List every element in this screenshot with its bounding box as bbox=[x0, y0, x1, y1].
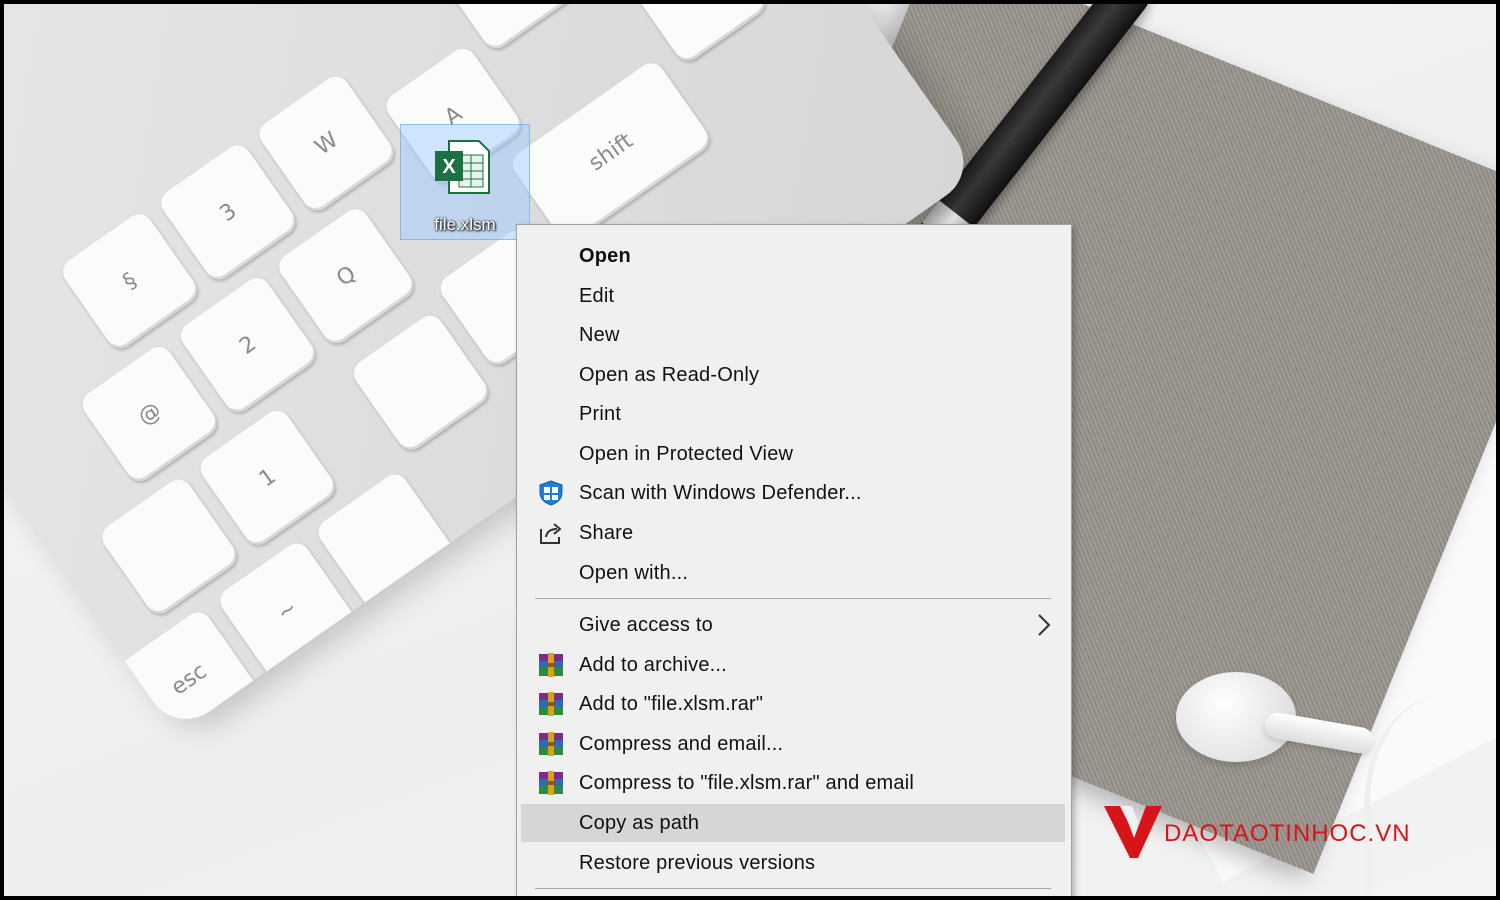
winrar-icon bbox=[539, 732, 563, 756]
chevron-right-icon bbox=[1038, 614, 1051, 636]
menu-item-label: Add to "file.xlsm.rar" bbox=[579, 692, 764, 715]
menu-item-open[interactable]: Open bbox=[521, 237, 1065, 275]
menu-item-label: Scan with Windows Defender... bbox=[579, 481, 862, 504]
menu-item-label: Share bbox=[579, 521, 634, 544]
brand-logo-mark bbox=[1104, 806, 1162, 858]
menu-separator bbox=[535, 888, 1051, 889]
brand-logo: DAOTAOTINHOC.VN bbox=[1102, 800, 1442, 862]
excel-file-icon: X bbox=[435, 140, 490, 194]
menu-item-open-read-only[interactable]: Open as Read-Only bbox=[521, 356, 1065, 394]
menu-item-label: Open bbox=[579, 244, 631, 267]
keyboard-key: fn bbox=[625, 4, 770, 66]
keyboard-key: shift bbox=[507, 57, 715, 247]
menu-item-label: Add to archive... bbox=[579, 653, 727, 676]
brand-name: DAOTAOTINHOC.VN bbox=[1164, 820, 1411, 847]
menu-item-label: Compress to "file.xlsm.rar" and email bbox=[579, 771, 915, 794]
menu-item-print[interactable]: Print bbox=[521, 395, 1065, 433]
screenshot-frame: 3 W A 2 Q 1 ~ esc control shift fn § @ X… bbox=[4, 4, 1496, 896]
menu-item-compress-rar-email[interactable]: Compress to "file.xlsm.rar" and email bbox=[521, 764, 1065, 802]
file-name-label: file.xlsm bbox=[434, 215, 496, 234]
windows-defender-icon bbox=[539, 480, 563, 506]
context-menu[interactable]: Open Edit New Open as Read-Only Print Op… bbox=[516, 224, 1072, 896]
menu-item-restore-previous[interactable]: Restore previous versions bbox=[521, 844, 1065, 882]
menu-item-label: Give access to bbox=[579, 613, 713, 636]
menu-item-edit[interactable]: Edit bbox=[521, 277, 1065, 315]
menu-item-label: Open with... bbox=[579, 561, 689, 584]
menu-item-new[interactable]: New bbox=[521, 316, 1065, 354]
menu-item-label: New bbox=[579, 323, 620, 346]
menu-item-share[interactable]: Share bbox=[521, 514, 1065, 552]
menu-item-give-access[interactable]: Give access to bbox=[521, 606, 1065, 644]
desktop-file-icon[interactable]: X file.xlsm bbox=[400, 124, 530, 240]
winrar-icon bbox=[539, 692, 563, 716]
menu-separator bbox=[535, 598, 1051, 599]
share-icon bbox=[540, 523, 562, 544]
menu-item-label: Restore previous versions bbox=[579, 851, 816, 874]
menu-item-scan-defender[interactable]: Scan with Windows Defender... bbox=[521, 474, 1065, 512]
menu-item-label: Open as Read-Only bbox=[579, 363, 760, 386]
menu-item-label: Compress and email... bbox=[579, 732, 784, 755]
menu-item-label: Edit bbox=[579, 284, 615, 307]
menu-item-add-to-archive[interactable]: Add to archive... bbox=[521, 646, 1065, 684]
menu-item-open-with[interactable]: Open with... bbox=[521, 554, 1065, 592]
menu-item-compress-email[interactable]: Compress and email... bbox=[521, 725, 1065, 763]
menu-item-add-to-rar[interactable]: Add to "file.xlsm.rar" bbox=[521, 685, 1065, 723]
keyboard-key: control bbox=[433, 4, 625, 54]
winrar-icon bbox=[539, 771, 563, 795]
menu-item-copy-as-path[interactable]: Copy as path bbox=[521, 804, 1065, 842]
menu-item-open-protected-view[interactable]: Open in Protected View bbox=[521, 435, 1065, 473]
winrar-icon bbox=[539, 653, 563, 677]
svg-text:X: X bbox=[442, 156, 456, 178]
menu-item-label: Open in Protected View bbox=[579, 442, 794, 465]
menu-item-label: Print bbox=[579, 402, 622, 425]
menu-item-label: Copy as path bbox=[579, 811, 700, 834]
